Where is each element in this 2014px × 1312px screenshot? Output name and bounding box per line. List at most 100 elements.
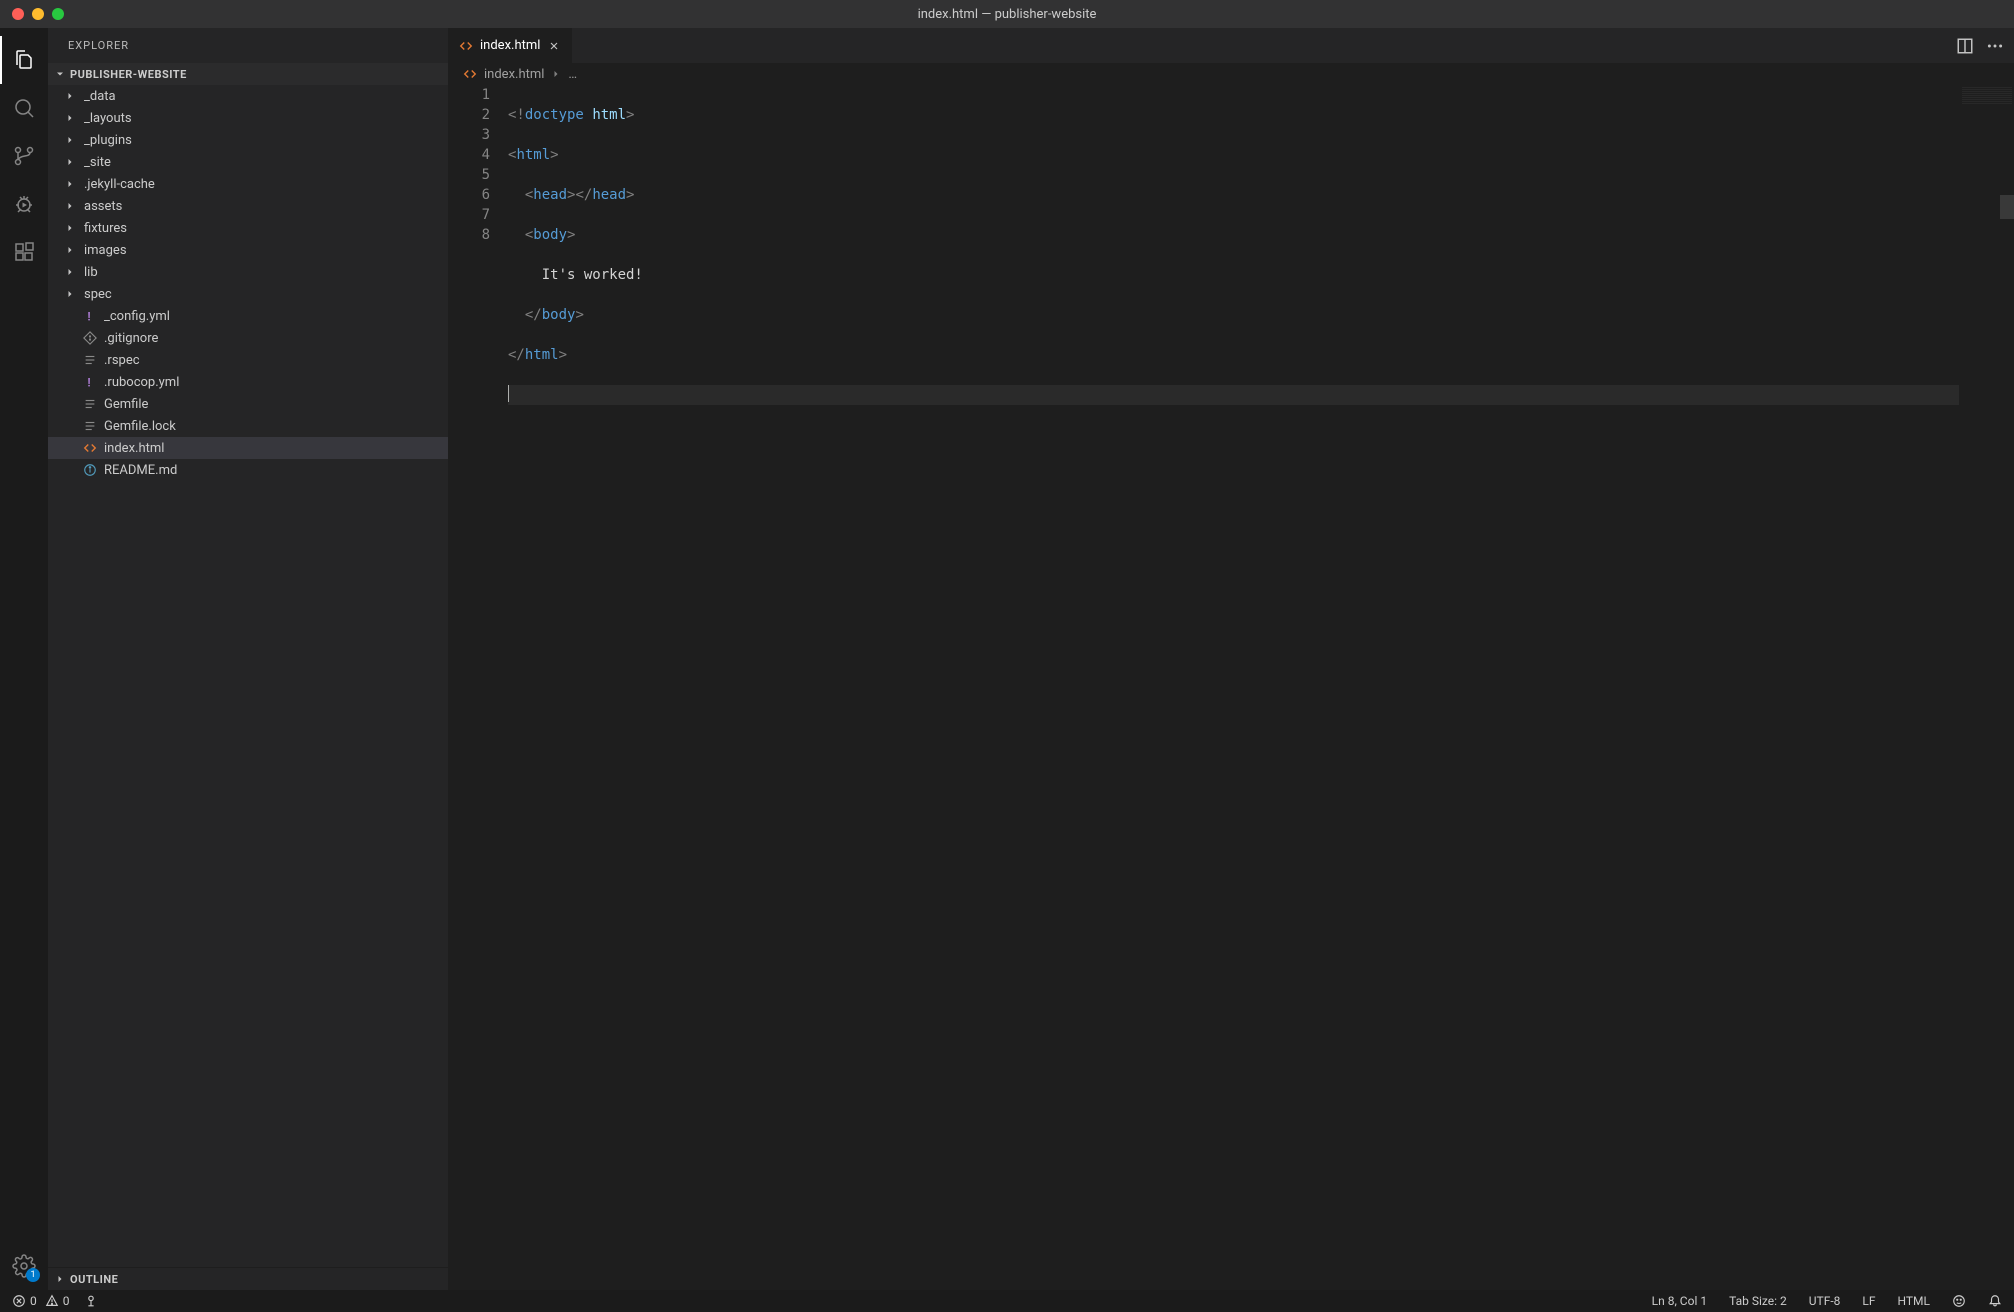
- file-label: _layouts: [84, 111, 132, 126]
- sidebar-title: EXPLORER: [48, 28, 448, 63]
- split-icon: [1956, 37, 1974, 55]
- file-tree-item[interactable]: spec: [48, 283, 448, 305]
- search-activity[interactable]: [0, 84, 48, 132]
- file-tree-item[interactable]: fixtures: [48, 217, 448, 239]
- html-file-icon: [462, 66, 478, 82]
- line-number: 1: [448, 85, 490, 105]
- file-type-icon: [82, 462, 98, 478]
- split-editor-button[interactable]: [1956, 37, 1974, 55]
- tab-size[interactable]: Tab Size: 2: [1725, 1294, 1791, 1308]
- line-number: 7: [448, 205, 490, 225]
- file-tree-item[interactable]: .gitignore: [48, 327, 448, 349]
- file-tree-item[interactable]: !.rubocop.yml: [48, 371, 448, 393]
- branch-icon: [12, 144, 36, 168]
- line-number-gutter: 12345678: [448, 85, 508, 1290]
- bug-icon: [12, 192, 36, 216]
- titlebar: index.html — publisher-website: [0, 0, 2014, 28]
- file-tree-item[interactable]: .jekyll-cache: [48, 173, 448, 195]
- breadcrumbs[interactable]: index.html …: [448, 63, 2014, 85]
- chevron-right-icon: [62, 112, 78, 124]
- chevron-right-icon: [62, 200, 78, 212]
- sidebar: EXPLORER PUBLISHER-WEBSITE _data _layouts…: [48, 28, 448, 1290]
- code-content[interactable]: <!doctype html> <html> <head></head> <bo…: [508, 85, 2014, 1290]
- file-type-icon: !: [82, 308, 98, 324]
- file-type-icon: [82, 396, 98, 412]
- file-label: Gemfile: [104, 397, 148, 412]
- file-label: .jekyll-cache: [84, 177, 155, 192]
- file-tree-item[interactable]: _data: [48, 85, 448, 107]
- error-count: 0: [30, 1294, 37, 1308]
- tab-index-html[interactable]: index.html: [448, 28, 573, 63]
- broadcast-icon: [84, 1294, 98, 1308]
- statusbar: 0 0 Ln 8, Col 1 Tab Size: 2 UTF-8 LF HTM…: [0, 1290, 2014, 1312]
- smiley-icon: [1952, 1294, 1966, 1308]
- eol[interactable]: LF: [1858, 1294, 1879, 1308]
- line-number: 4: [448, 145, 490, 165]
- encoding[interactable]: UTF-8: [1805, 1294, 1845, 1308]
- file-label: Gemfile.lock: [104, 419, 176, 434]
- warning-icon: [45, 1294, 59, 1308]
- extensions-icon: [12, 240, 36, 264]
- source-control-activity[interactable]: [0, 132, 48, 180]
- more-actions-button[interactable]: [1986, 37, 2004, 55]
- breadcrumb-ellipsis: …: [568, 67, 577, 82]
- file-tree-item[interactable]: _plugins: [48, 129, 448, 151]
- chevron-right-icon: [550, 68, 562, 80]
- notifications-button[interactable]: [1984, 1294, 2006, 1308]
- file-tree-item[interactable]: _layouts: [48, 107, 448, 129]
- debug-activity[interactable]: [0, 180, 48, 228]
- file-label: .rspec: [104, 353, 140, 368]
- feedback-button[interactable]: [1948, 1294, 1970, 1308]
- file-tree-item[interactable]: images: [48, 239, 448, 261]
- editor-area: index.html index.html …: [448, 28, 2014, 1290]
- chevron-down-icon: [52, 68, 68, 80]
- file-tree-item[interactable]: !_config.yml: [48, 305, 448, 327]
- file-tree-item[interactable]: index.html: [48, 437, 448, 459]
- file-label: assets: [84, 199, 122, 214]
- tab-close-button[interactable]: [546, 38, 562, 54]
- outline-header[interactable]: OUTLINE: [48, 1268, 448, 1290]
- file-type-icon: [82, 330, 98, 346]
- activity-bar: 1: [0, 28, 48, 1290]
- file-label: _plugins: [84, 133, 132, 148]
- file-tree-item[interactable]: README.md: [48, 459, 448, 481]
- language-mode[interactable]: HTML: [1894, 1294, 1935, 1308]
- chevron-right-icon: [62, 178, 78, 190]
- chevron-right-icon: [62, 90, 78, 102]
- svg-text:!: !: [87, 309, 90, 323]
- cursor-position[interactable]: Ln 8, Col 1: [1648, 1294, 1711, 1308]
- ellipsis-icon: [1986, 37, 2004, 55]
- problems-status[interactable]: 0 0: [8, 1294, 74, 1308]
- file-tree-item[interactable]: Gemfile.lock: [48, 415, 448, 437]
- file-tree[interactable]: _data _layouts _plugins _site .jekyll-cache a…: [48, 85, 448, 1267]
- editor-body[interactable]: 12345678 <!doctype html> <html> <head></…: [448, 85, 2014, 1290]
- minimap[interactable]: [1959, 85, 2014, 1290]
- file-tree-item[interactable]: Gemfile: [48, 393, 448, 415]
- explorer-activity[interactable]: [0, 36, 48, 84]
- project-header[interactable]: PUBLISHER-WEBSITE: [48, 63, 448, 85]
- file-tree-item[interactable]: assets: [48, 195, 448, 217]
- chevron-right-icon: [62, 222, 78, 234]
- file-label: .rubocop.yml: [104, 375, 179, 390]
- file-tree-item[interactable]: _site: [48, 151, 448, 173]
- settings-activity[interactable]: 1: [0, 1242, 48, 1290]
- live-share-status[interactable]: [80, 1294, 102, 1308]
- file-tree-item[interactable]: lib: [48, 261, 448, 283]
- html-file-icon: [458, 38, 474, 54]
- minimize-window-button[interactable]: [32, 8, 44, 20]
- window-title: index.html — publisher-website: [0, 7, 2014, 22]
- minimap-viewport[interactable]: [2000, 195, 2014, 219]
- line-number: 5: [448, 165, 490, 185]
- close-window-button[interactable]: [12, 8, 24, 20]
- chevron-right-icon: [62, 288, 78, 300]
- minimap-content: [1962, 87, 2012, 105]
- file-type-icon: [82, 440, 98, 456]
- outline-label: OUTLINE: [70, 1273, 118, 1286]
- maximize-window-button[interactable]: [52, 8, 64, 20]
- text-cursor: [508, 385, 509, 402]
- line-number: 2: [448, 105, 490, 125]
- extensions-activity[interactable]: [0, 228, 48, 276]
- file-tree-item[interactable]: .rspec: [48, 349, 448, 371]
- chevron-right-icon: [62, 244, 78, 256]
- file-label: spec: [84, 287, 112, 302]
